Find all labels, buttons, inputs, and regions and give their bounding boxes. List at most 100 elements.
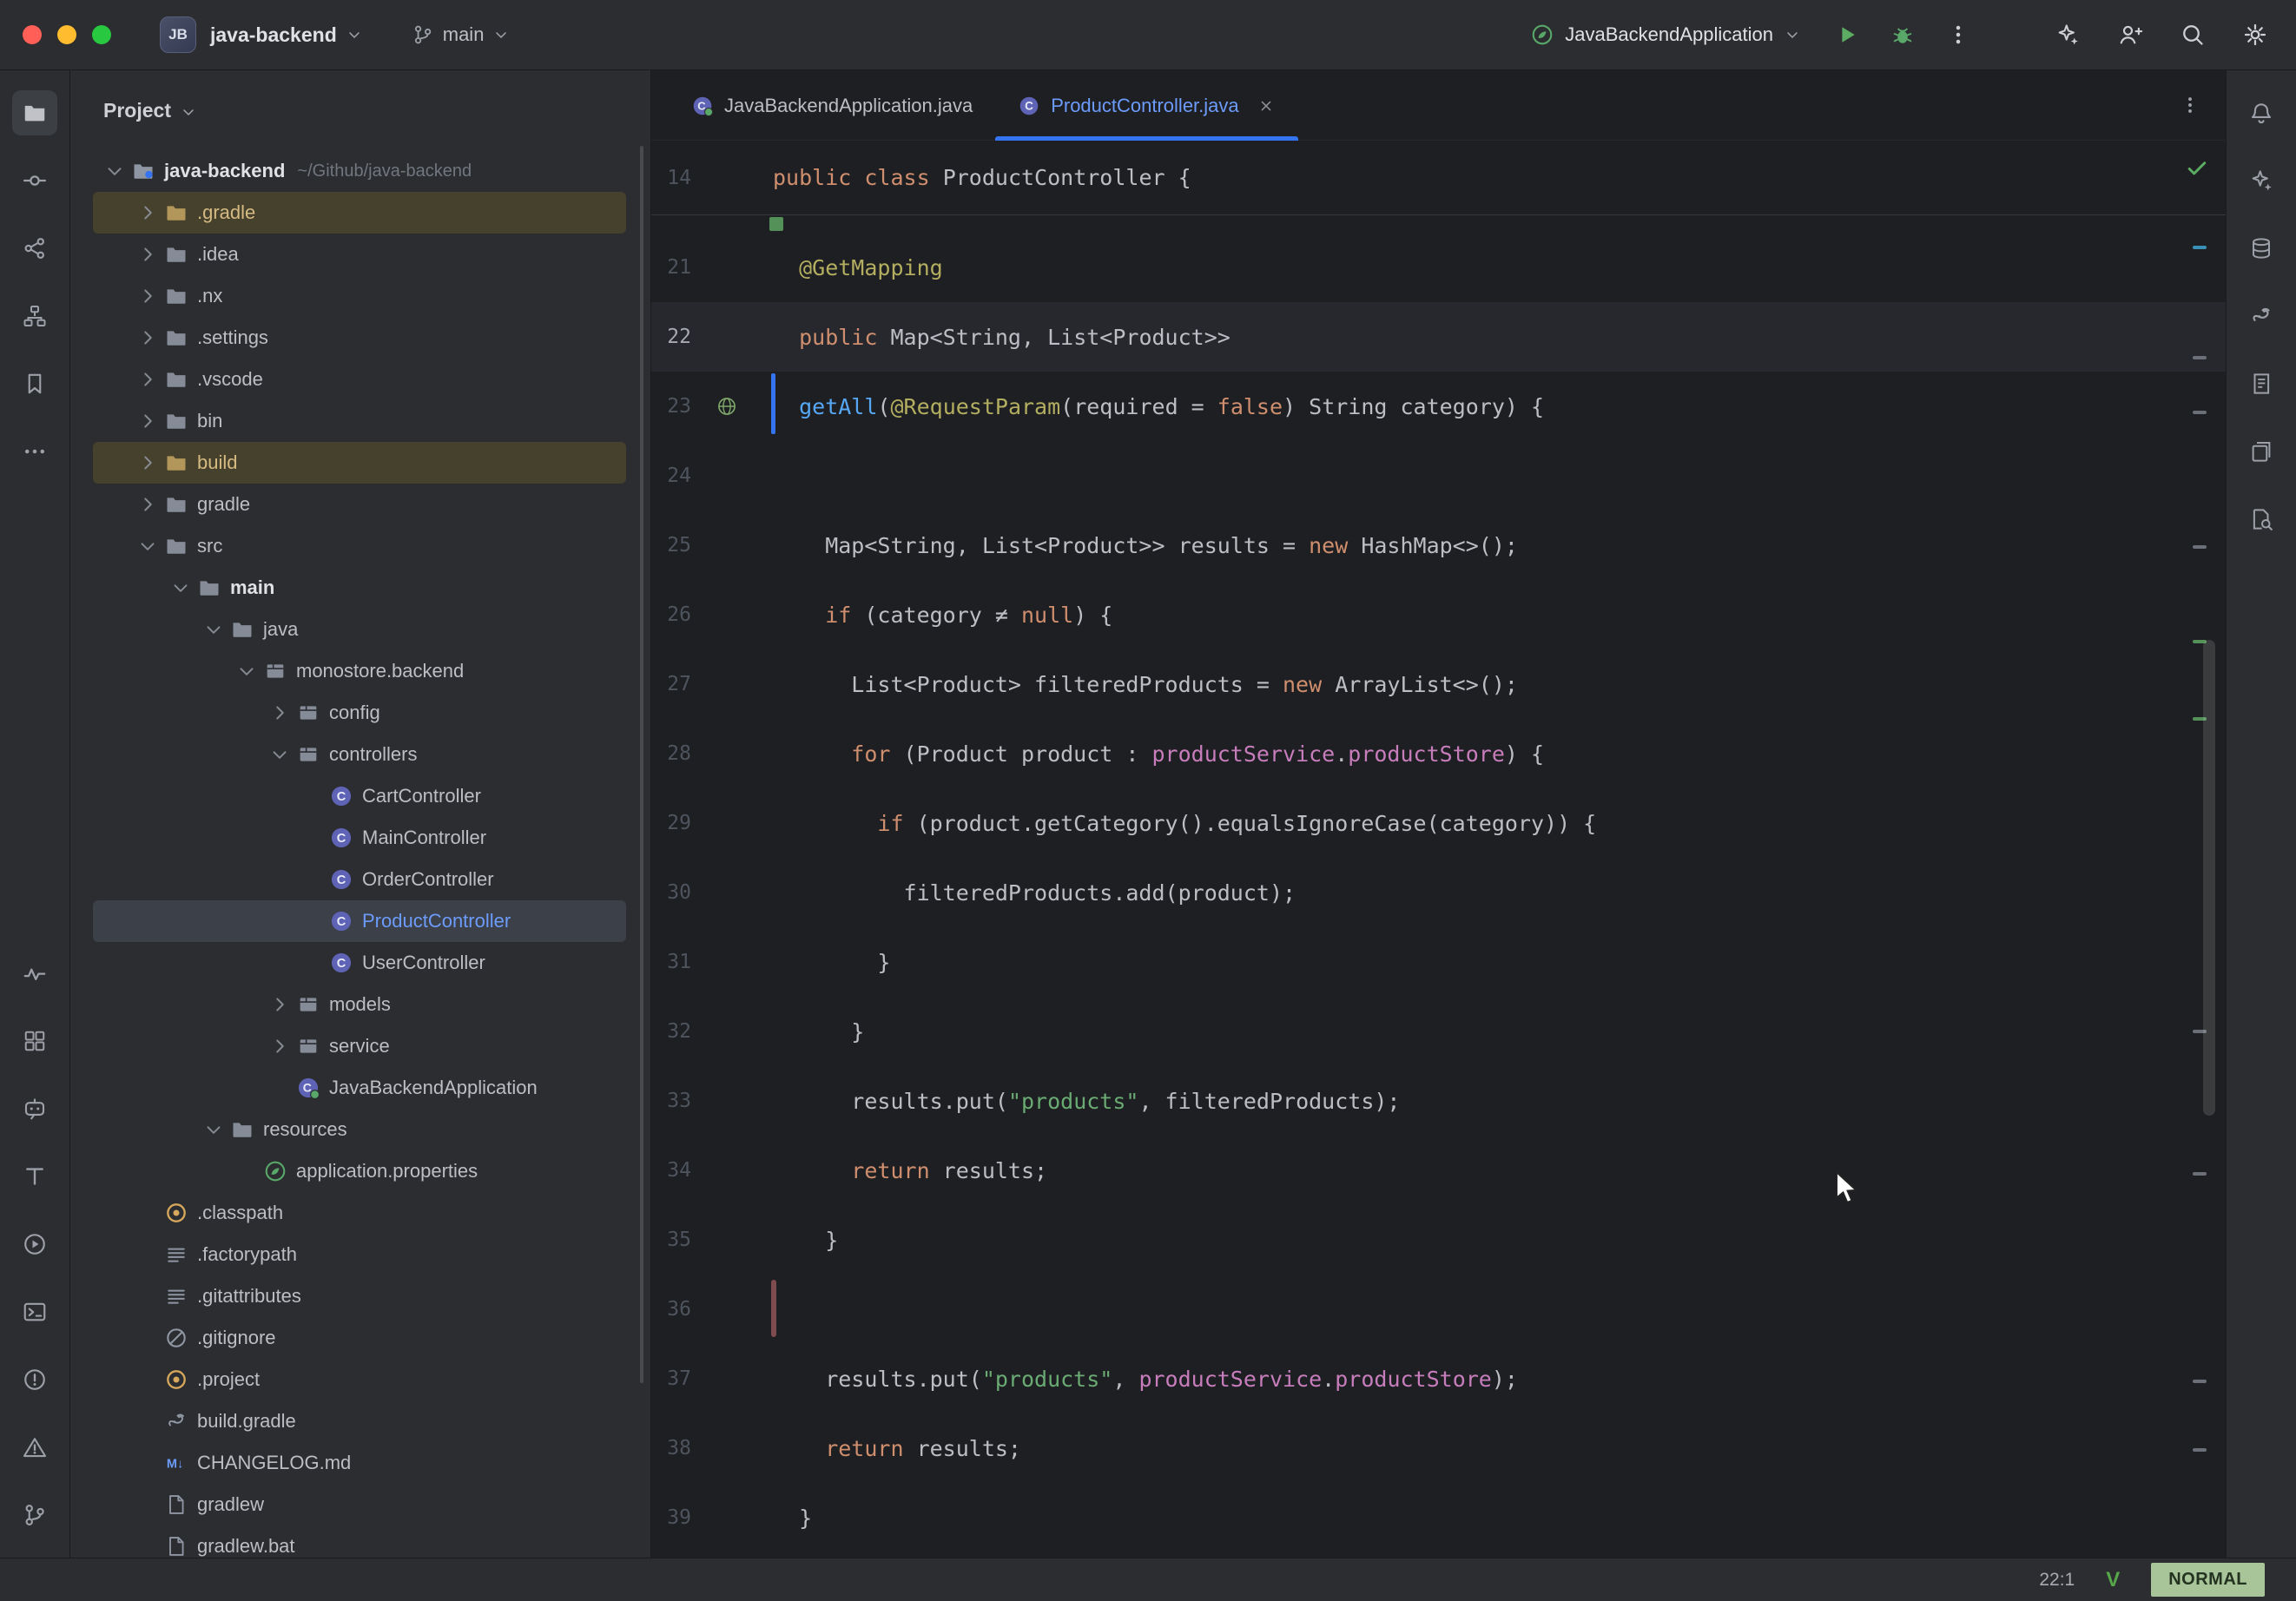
caret-position[interactable]: 22:1: [2039, 1570, 2075, 1591]
tree-item-src[interactable]: src: [93, 525, 626, 567]
inspections-ok-check-icon[interactable]: [2184, 155, 2210, 181]
ai-chat-tool-button[interactable]: [12, 1086, 57, 1131]
branch-switcher[interactable]: main: [412, 23, 511, 46]
line-number[interactable]: 37: [651, 1367, 773, 1390]
line-number[interactable]: 31: [651, 951, 773, 973]
tree-item-monostore-backend[interactable]: monostore.backend: [93, 650, 626, 692]
tree-item-gradle[interactable]: .gradle: [93, 192, 626, 234]
code-area[interactable]: 21 @GetMapping22 public Map<String, List…: [651, 215, 2226, 1552]
search-icon[interactable]: [2180, 22, 2206, 48]
tree-item-gradlew[interactable]: gradlew: [93, 1484, 626, 1525]
tree-item-usercontroller[interactable]: CUserController: [93, 942, 626, 984]
bookmarks-tool-button[interactable]: [12, 361, 57, 406]
chevron-right-icon[interactable]: [136, 201, 159, 224]
chevron-right-icon[interactable]: [136, 326, 159, 349]
terminal-tool-button[interactable]: [12, 1289, 57, 1334]
more-actions-icon[interactable]: [1945, 22, 1971, 48]
line-number[interactable]: 38: [651, 1437, 773, 1459]
code-line-14[interactable]: 14public class ProductController {: [651, 143, 2226, 213]
editor-scrollbar[interactable]: [2203, 640, 2215, 1116]
line-number[interactable]: 23: [651, 395, 773, 418]
database-tool-button[interactable]: [2239, 226, 2284, 271]
tree-item-models[interactable]: models: [93, 984, 626, 1025]
vim-mode-badge[interactable]: NORMAL: [2151, 1563, 2265, 1597]
share-tool-button[interactable]: [12, 226, 57, 271]
line-number[interactable]: 34: [651, 1159, 773, 1182]
chevron-down-icon[interactable]: [202, 618, 225, 641]
run-configuration-selector[interactable]: JavaBackendApplication: [1530, 23, 1801, 47]
code-line-21[interactable]: 21 @GetMapping: [651, 233, 2226, 302]
commit-tool-button[interactable]: [12, 158, 57, 203]
line-number[interactable]: 32: [651, 1020, 773, 1043]
tree-item-config[interactable]: config: [93, 692, 626, 734]
line-number[interactable]: 21: [651, 256, 773, 279]
close-tab-icon[interactable]: [1257, 96, 1276, 115]
stripe-mark[interactable]: [2193, 246, 2207, 249]
todo-tool-button[interactable]: [12, 1154, 57, 1199]
tab-javabackendapplication-java[interactable]: CJavaBackendApplication.java: [669, 70, 995, 141]
tree-item-vscode[interactable]: .vscode: [93, 359, 626, 400]
tree-item-main[interactable]: main: [93, 567, 626, 609]
chevron-right-icon[interactable]: [136, 285, 159, 307]
tree-item-bin[interactable]: bin: [93, 400, 626, 442]
minimize-window-button[interactable]: [57, 25, 76, 44]
line-number[interactable]: 30: [651, 881, 773, 904]
version-control-tool-button[interactable]: [12, 1492, 57, 1538]
chevron-right-icon[interactable]: [136, 243, 159, 266]
stripe-mark[interactable]: [2193, 1448, 2207, 1452]
code-line-30[interactable]: 30 filteredProducts.add(product);: [651, 858, 2226, 927]
tree-item-ordercontroller[interactable]: COrderController: [93, 859, 626, 900]
line-number[interactable]: 29: [651, 812, 773, 834]
tree-item-nx[interactable]: .nx: [93, 275, 626, 317]
project-panel-header[interactable]: Project: [70, 70, 650, 150]
stripe-mark[interactable]: [2193, 1172, 2207, 1176]
line-number[interactable]: 25: [651, 534, 773, 557]
code-line-26[interactable]: 26 if (category ≠ null) {: [651, 580, 2226, 649]
tree-item-classpath[interactable]: .classpath: [93, 1192, 626, 1234]
dependencies-tool-button[interactable]: [12, 1018, 57, 1064]
editor-body[interactable]: 14public class ProductController { 21 @G…: [651, 141, 2226, 1558]
layers-tool-button[interactable]: [2239, 429, 2284, 474]
debug-button[interactable]: [1890, 22, 1916, 48]
run-button[interactable]: [1834, 22, 1860, 48]
line-number[interactable]: 39: [651, 1506, 773, 1529]
tree-item-gradle[interactable]: gradle: [93, 484, 626, 525]
tab-productcontroller-java[interactable]: CProductController.java: [995, 70, 1297, 141]
tree-item-gitignore[interactable]: .gitignore: [93, 1317, 626, 1359]
tree-item-maincontroller[interactable]: CMainController: [93, 817, 626, 859]
tree-item-productcontroller[interactable]: CProductController: [93, 900, 626, 942]
code-line-33[interactable]: 33 results.put("products", filteredProdu…: [651, 1066, 2226, 1136]
code-line-35[interactable]: 35 }: [651, 1205, 2226, 1275]
chevron-right-icon[interactable]: [136, 410, 159, 432]
line-number[interactable]: 22: [651, 326, 773, 348]
project-scrollbar[interactable]: [640, 146, 643, 1383]
line-number[interactable]: 14: [651, 167, 773, 189]
ai-assistant-tool-button[interactable]: [2239, 158, 2284, 203]
line-number[interactable]: 36: [651, 1298, 773, 1321]
find-in-files-tool-button[interactable]: [2239, 497, 2284, 542]
line-number[interactable]: 28: [651, 742, 773, 765]
line-number[interactable]: 33: [651, 1090, 773, 1112]
chevron-right-icon[interactable]: [136, 493, 159, 516]
settings-gear-icon[interactable]: [2242, 22, 2268, 48]
tree-item-java-backend[interactable]: java-backend~/Github/java-backend: [93, 150, 626, 192]
chevron-right-icon[interactable]: [136, 451, 159, 474]
tree-item-build[interactable]: build: [93, 442, 626, 484]
notifications-bell-button[interactable]: [2239, 90, 2284, 135]
chevron-right-icon[interactable]: [268, 993, 291, 1016]
line-number[interactable]: 35: [651, 1229, 773, 1251]
add-user-icon[interactable]: [2117, 22, 2143, 48]
chevron-down-icon[interactable]: [268, 743, 291, 766]
tree-item-build-gradle[interactable]: build.gradle: [93, 1400, 626, 1442]
tree-item-settings[interactable]: .settings: [93, 317, 626, 359]
tree-item-project[interactable]: .project: [93, 1359, 626, 1400]
code-line-32[interactable]: 32 }: [651, 997, 2226, 1066]
chevron-right-icon[interactable]: [136, 368, 159, 391]
chevron-down-icon[interactable]: [202, 1118, 225, 1141]
tree-item-service[interactable]: service: [93, 1025, 626, 1067]
code-line-28[interactable]: 28 for (Product product : productService…: [651, 719, 2226, 788]
code-line-38[interactable]: 38 return results;: [651, 1413, 2226, 1483]
line-number[interactable]: 26: [651, 603, 773, 626]
code-line-23[interactable]: 23 getAll(@RequestParam(required = false…: [651, 372, 2226, 441]
code-line-25[interactable]: 25 Map<String, List<Product>> results = …: [651, 511, 2226, 580]
